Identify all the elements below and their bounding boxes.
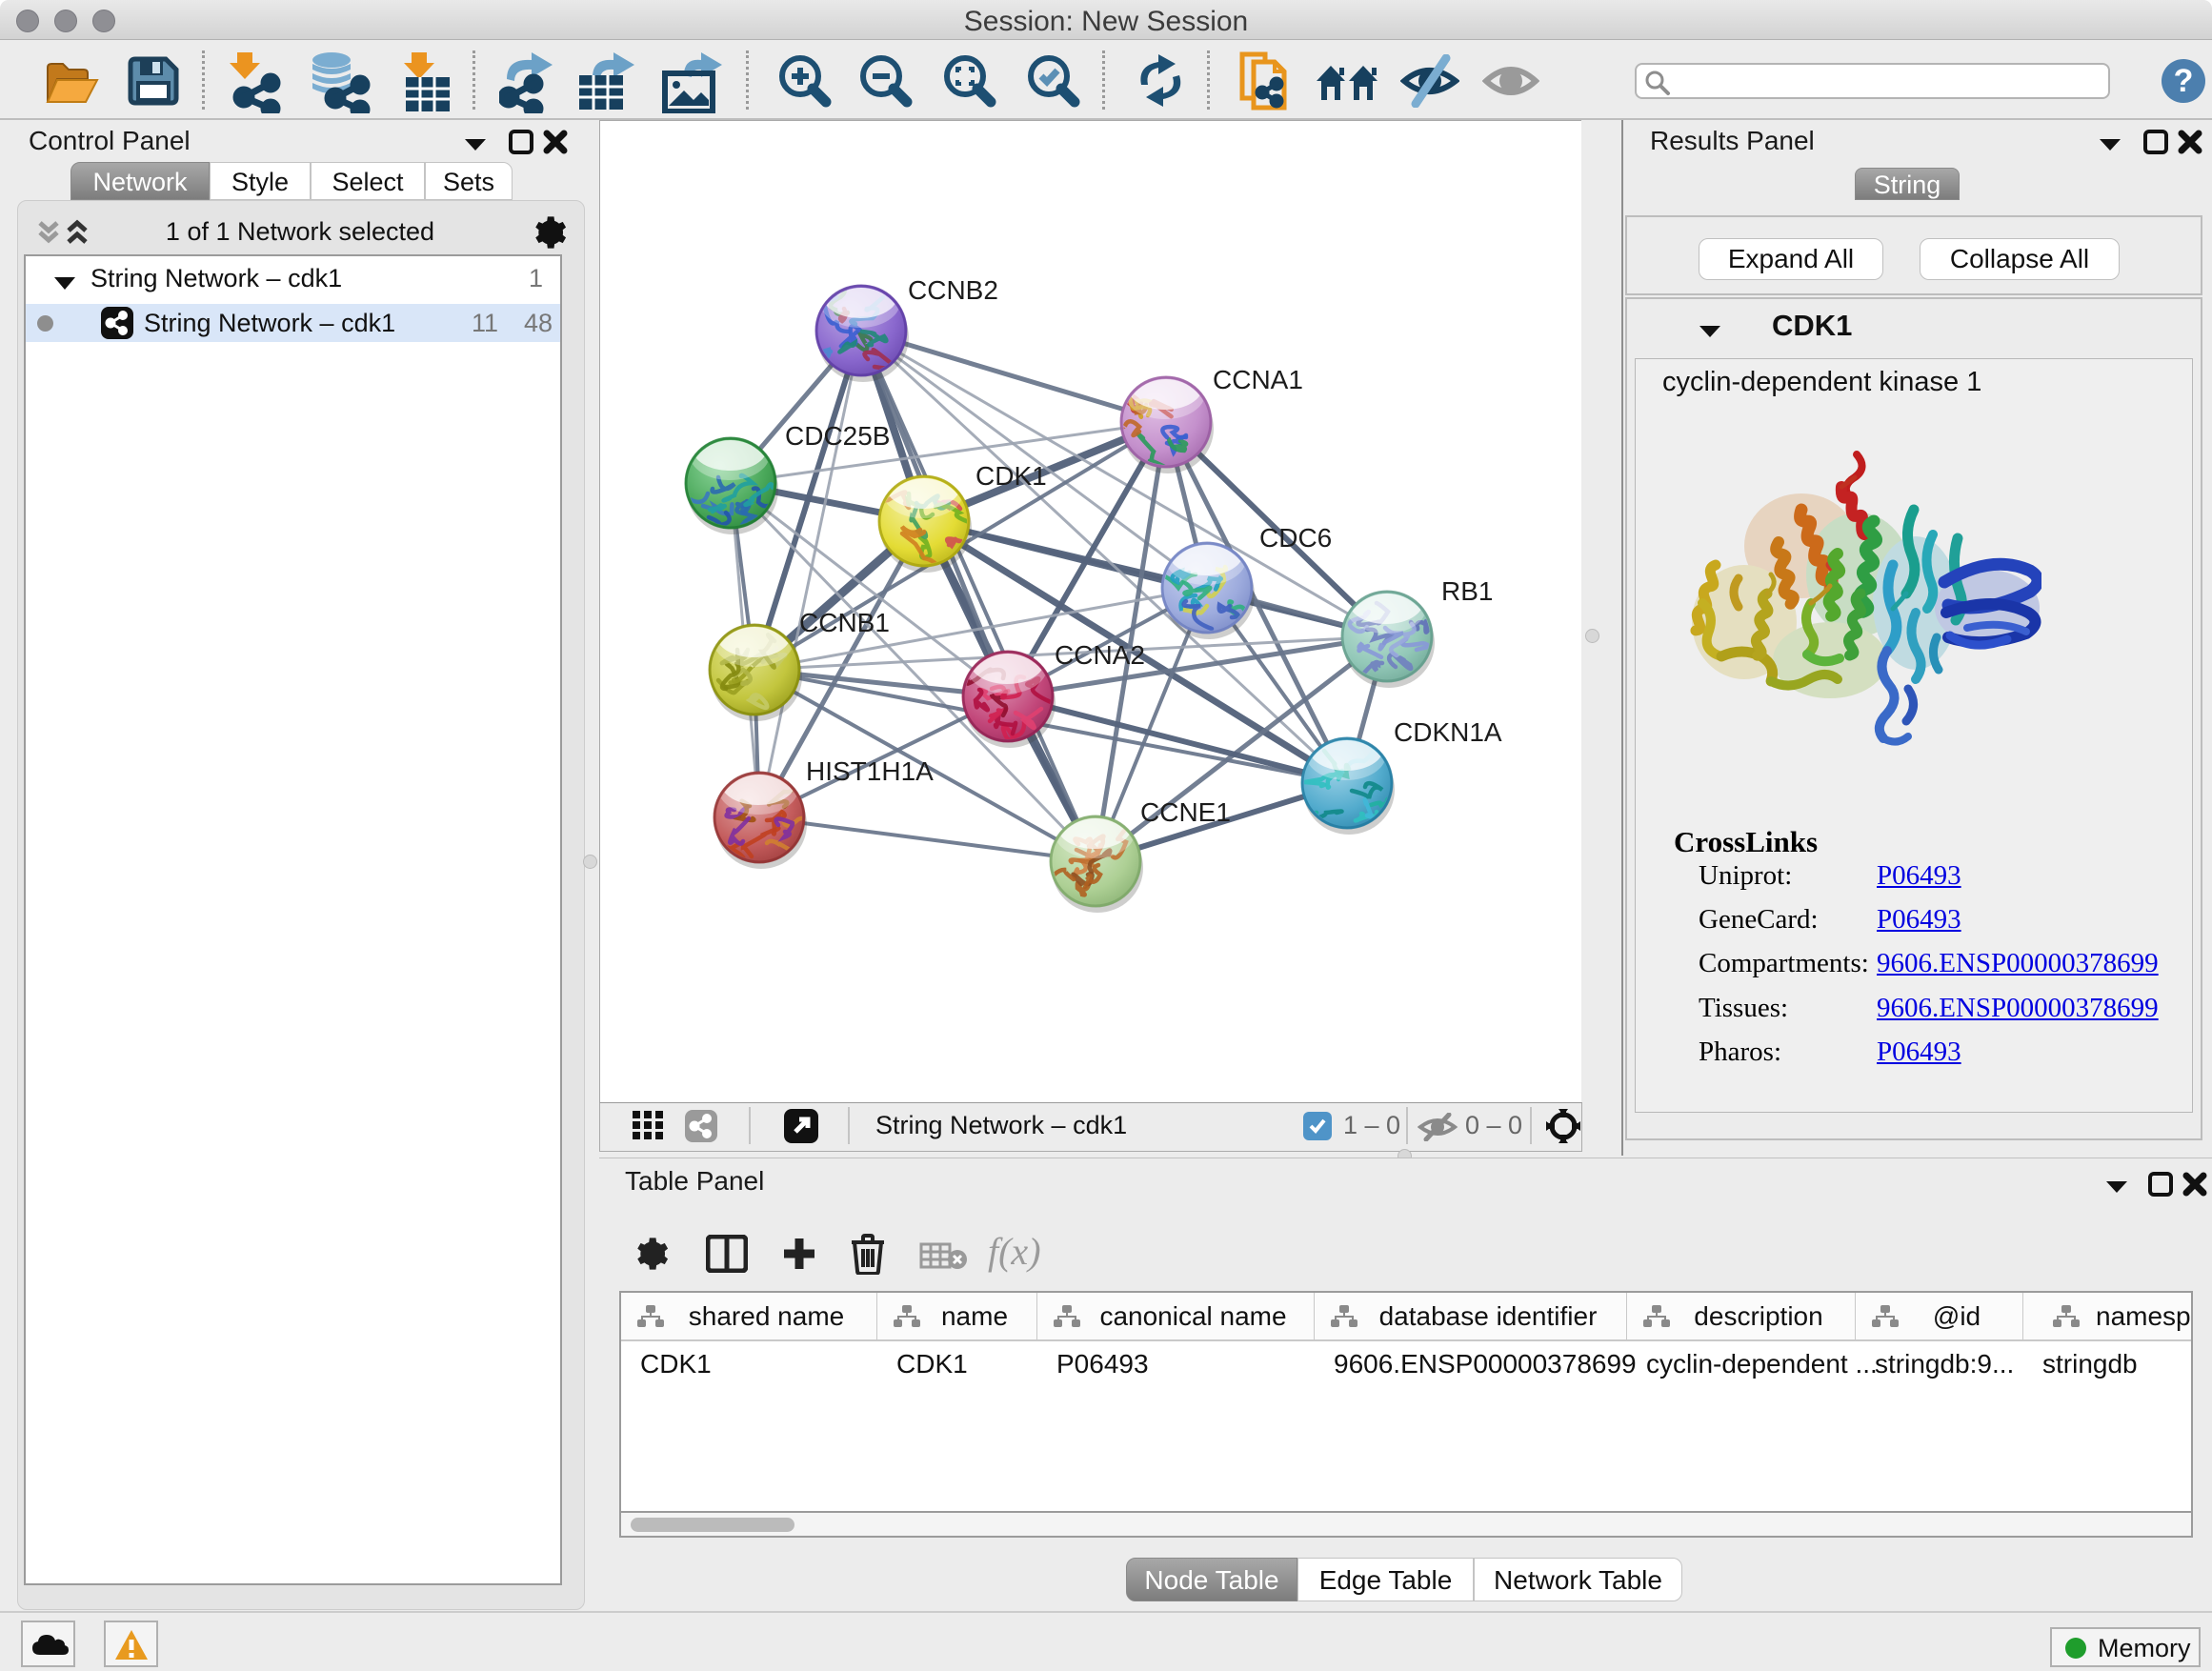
svg-text:RB1: RB1 <box>1441 576 1493 606</box>
svg-text:HIST1H1A: HIST1H1A <box>806 756 934 786</box>
svg-text:CDK1: CDK1 <box>975 461 1047 491</box>
svg-text:CCNA1: CCNA1 <box>1213 365 1303 394</box>
svg-text:CCNB1: CCNB1 <box>799 608 890 637</box>
svg-text:CDC6: CDC6 <box>1259 523 1332 553</box>
svg-text:CDC25B: CDC25B <box>785 421 890 451</box>
svg-text:CCNA2: CCNA2 <box>1055 640 1145 670</box>
svg-text:CCNB2: CCNB2 <box>908 275 998 305</box>
svg-text:CDKN1A: CDKN1A <box>1394 717 1502 747</box>
svg-text:CCNE1: CCNE1 <box>1140 797 1231 827</box>
